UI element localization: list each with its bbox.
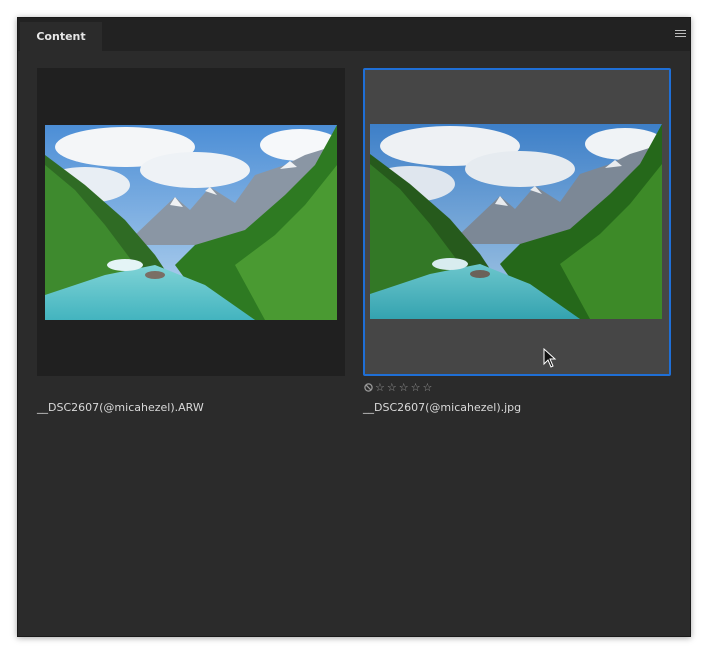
filename-label: __DSC2607(@micahezel).ARW bbox=[37, 401, 204, 414]
landscape-photo-thumbnail bbox=[370, 124, 662, 319]
mouse-pointer-icon bbox=[543, 348, 557, 368]
star-icon[interactable]: ☆ bbox=[375, 382, 385, 393]
thumbnail-item-jpg[interactable] bbox=[363, 68, 671, 376]
reject-icon[interactable] bbox=[364, 383, 373, 392]
tab-content[interactable]: Content bbox=[20, 22, 102, 51]
star-icon[interactable]: ☆ bbox=[411, 382, 421, 393]
star-rating: ☆ ☆ ☆ ☆ ☆ bbox=[364, 382, 432, 393]
panel-tab-bar: Content bbox=[18, 18, 690, 51]
star-icon[interactable]: ☆ bbox=[423, 382, 433, 393]
content-panel: Content __DSC2607(@micahezel).ARW ☆ ☆ ☆ … bbox=[17, 17, 691, 637]
landscape-photo-thumbnail bbox=[45, 125, 337, 320]
thumbnail-item-arw[interactable] bbox=[37, 68, 345, 376]
filename-label: __DSC2607(@micahezel).jpg bbox=[363, 401, 522, 414]
hamburger-menu-icon[interactable] bbox=[675, 30, 686, 38]
star-icon[interactable]: ☆ bbox=[399, 382, 409, 393]
star-icon[interactable]: ☆ bbox=[387, 382, 397, 393]
